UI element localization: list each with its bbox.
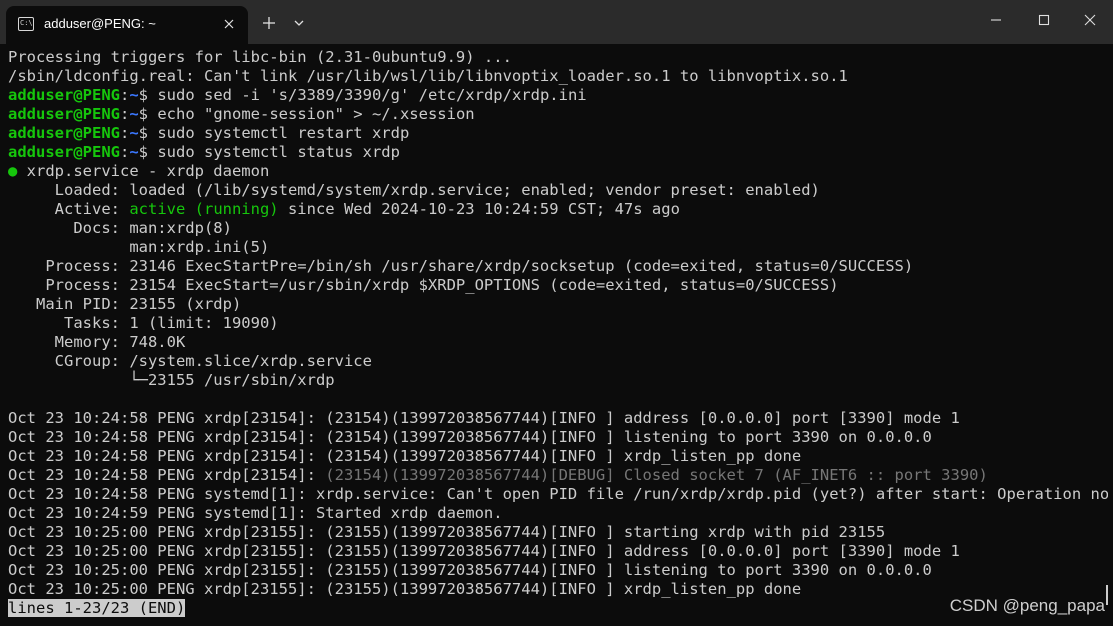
tab-terminal[interactable]: C:\ adduser@PENG: ~	[6, 6, 248, 44]
log-line: Oct 23 10:25:00 PENG xrdp[23155]: (23155…	[8, 523, 886, 541]
scrollbar[interactable]	[1106, 585, 1108, 605]
service-docs: Docs: man:xrdp(8)	[8, 219, 232, 237]
service-memory: Memory: 748.0K	[8, 333, 186, 351]
prompt-line: adduser@PENG:~$ sudo systemctl restart x…	[8, 124, 1108, 143]
prompt-user: adduser@PENG	[8, 86, 120, 104]
prompt-dollar: $	[138, 124, 158, 142]
service-process: Process: 23146 ExecStartPre=/bin/sh /usr…	[8, 257, 914, 275]
command-text: sudo sed -i 's/3389/3390/g' /etc/xrdp/xr…	[157, 86, 587, 104]
service-main-pid: Main PID: 23155 (xrdp)	[8, 295, 242, 313]
watermark: CSDN @peng_papa	[949, 596, 1105, 615]
prompt-dollar: $	[138, 86, 158, 104]
log-line: Oct 23 10:25:00 PENG xrdp[23155]: (23155…	[8, 542, 960, 560]
status-dot-icon: ●	[8, 162, 18, 180]
service-active: Active: active (running) since Wed 2024-…	[8, 200, 1108, 219]
active-label: Active:	[8, 200, 130, 218]
pager-status: lines 1-23/23 (END)	[8, 599, 1108, 618]
close-icon[interactable]	[1078, 10, 1102, 30]
active-since: since Wed 2024-10-23 10:24:59 CST; 47s a…	[278, 200, 680, 218]
service-cgroup: CGroup: /system.slice/xrdp.service	[8, 352, 372, 370]
close-icon[interactable]	[220, 15, 238, 33]
prompt-separator: :	[119, 143, 130, 161]
log-text: Oct 23 10:24:58 PENG systemd[1]: xrdp.se…	[8, 485, 1108, 503]
prompt-path: ~	[129, 143, 139, 161]
prompt-user: adduser@PENG	[8, 143, 120, 161]
log-prefix: Oct 23 10:24:58 PENG xrdp[23154]:	[8, 466, 326, 484]
prompt-line: adduser@PENG:~$ sudo sed -i 's/3389/3390…	[8, 86, 1108, 105]
prompt-line: adduser@PENG:~$ echo "gnome-session" > ~…	[8, 105, 1108, 124]
plus-icon[interactable]	[259, 13, 279, 33]
maximize-icon[interactable]	[1032, 10, 1056, 30]
service-docs: man:xrdp.ini(5)	[8, 238, 270, 256]
log-line: Oct 23 10:25:00 PENG xrdp[23155]: (23155…	[8, 561, 932, 579]
active-state: active (running)	[129, 200, 279, 218]
service-loaded: Loaded: loaded (/lib/systemd/system/xrdp…	[8, 181, 820, 199]
service-process: Process: 23154 ExecStart=/usr/sbin/xrdp …	[8, 276, 839, 294]
output-line: Processing triggers for libc-bin (2.31-0…	[8, 48, 512, 66]
prompt-user: adduser@PENG	[8, 105, 120, 123]
log-line: Oct 23 10:25:00 PENG xrdp[23155]: (23155…	[8, 580, 802, 598]
prompt-separator: :	[119, 86, 130, 104]
prompt-path: ~	[129, 105, 139, 123]
command-text: sudo systemctl status xrdp	[157, 143, 400, 161]
prompt-separator: :	[119, 105, 130, 123]
terminal-output[interactable]: Processing triggers for libc-bin (2.31-0…	[8, 48, 1108, 622]
service-cgroup-child: └─23155 /usr/sbin/xrdp	[8, 371, 335, 389]
prompt-path: ~	[129, 86, 139, 104]
prompt-line: adduser@PENG:~$ sudo systemctl status xr…	[8, 143, 1108, 162]
chevron-down-icon[interactable]	[290, 13, 308, 33]
log-line: Oct 23 10:24:59 PENG systemd[1]: Started…	[8, 504, 503, 522]
service-title: xrdp.service - xrdp daemon	[17, 162, 270, 180]
prompt-user: adduser@PENG	[8, 124, 120, 142]
command-text: sudo systemctl restart xrdp	[157, 124, 410, 142]
terminal-icon: C:\	[18, 17, 34, 31]
title-bar: C:\ adduser@PENG: ~	[0, 0, 1113, 44]
log-debug-text: (23154)(139972038567744)[DEBUG] Closed s…	[325, 466, 988, 484]
output-line: /sbin/ldconfig.real: Can't link /usr/lib…	[8, 67, 848, 85]
prompt-separator: :	[119, 124, 130, 142]
log-line: Oct 23 10:24:58 PENG xrdp[23154]: (23154…	[8, 428, 932, 446]
service-tasks: Tasks: 1 (limit: 19090)	[8, 314, 279, 332]
log-line: Oct 23 10:24:58 PENG systemd[1]: xrdp.se…	[8, 485, 1108, 504]
prompt-dollar: $	[138, 105, 158, 123]
log-line: Oct 23 10:24:58 PENG xrdp[23154]: (23154…	[8, 466, 1108, 485]
prompt-dollar: $	[138, 143, 158, 161]
prompt-path: ~	[129, 124, 139, 142]
tab-title: adduser@PENG: ~	[44, 16, 156, 31]
command-text: echo "gnome-session" > ~/.xsession	[157, 105, 475, 123]
pager-status-text: lines 1-23/23 (END)	[8, 599, 186, 617]
service-title-line: ● xrdp.service - xrdp daemon	[8, 162, 1108, 181]
log-line: Oct 23 10:24:58 PENG xrdp[23154]: (23154…	[8, 447, 802, 465]
minimize-icon[interactable]	[984, 10, 1008, 30]
log-line: Oct 23 10:24:58 PENG xrdp[23154]: (23154…	[8, 409, 960, 427]
